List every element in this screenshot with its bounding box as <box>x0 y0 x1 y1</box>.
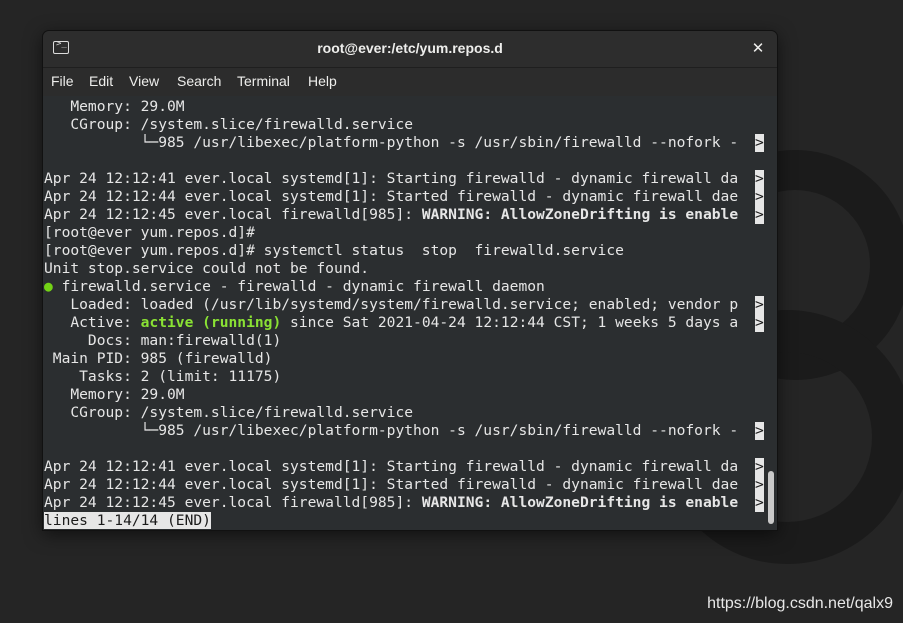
scrollbar[interactable] <box>767 96 777 530</box>
terminal-line: Memory: 29.0M <box>44 98 185 115</box>
terminal-line: [root@ever yum.repos.d]# <box>44 224 255 241</box>
window-title: root@ever:/etc/yum.repos.d <box>317 40 503 56</box>
terminal-line: Loaded: loaded (/usr/lib/systemd/system/… <box>44 296 764 314</box>
terminal-line: └─985 /usr/libexec/platform-python -s /u… <box>44 134 764 152</box>
menu-edit[interactable]: Edit <box>89 73 113 89</box>
terminal-line: Apr 24 12:12:44 ever.local systemd[1]: S… <box>44 188 764 206</box>
scrollbar-thumb[interactable] <box>768 471 774 524</box>
menu-terminal[interactable]: Terminal <box>237 73 290 89</box>
terminal-line: [root@ever yum.repos.d]# systemctl statu… <box>44 242 624 259</box>
status-dot-icon: ● <box>44 278 53 295</box>
terminal-line: Main PID: 985 (firewalld) <box>44 350 273 367</box>
terminal-line: Apr 24 12:12:45 ever.local firewalld[985… <box>44 494 764 512</box>
menu-bar: File Edit View Search Terminal Help <box>43 68 777 96</box>
menu-help[interactable]: Help <box>308 73 337 89</box>
terminal-line: Apr 24 12:12:41 ever.local systemd[1]: S… <box>44 458 764 476</box>
title-bar[interactable]: >_ root@ever:/etc/yum.repos.d ✕ <box>43 31 777 68</box>
terminal-line: Apr 24 12:12:41 ever.local systemd[1]: S… <box>44 170 764 188</box>
close-icon[interactable]: ✕ <box>749 38 767 58</box>
terminal-line: CGroup: /system.slice/firewalld.service <box>44 116 414 133</box>
terminal-line: Active: active (running) since Sat 2021-… <box>44 314 764 332</box>
menu-search[interactable]: Search <box>177 73 221 89</box>
terminal-line: CGroup: /system.slice/firewalld.service <box>44 404 414 421</box>
terminal-line: Docs: man:firewalld(1) <box>44 332 282 349</box>
watermark: https://blog.csdn.net/qalx9 <box>707 595 893 612</box>
terminal-line: Unit stop.service could not be found. <box>44 260 370 277</box>
terminal-line: Memory: 29.0M <box>44 386 185 403</box>
menu-file[interactable]: File <box>51 73 74 89</box>
terminal-line: └─985 /usr/libexec/platform-python -s /u… <box>44 422 764 440</box>
pager-status: lines 1-14/14 (END) <box>44 512 211 529</box>
terminal-window[interactable]: >_ root@ever:/etc/yum.repos.d ✕ File Edi… <box>43 31 777 530</box>
menu-view[interactable]: View <box>129 73 159 89</box>
terminal-line: Tasks: 2 (limit: 11175) <box>44 368 282 385</box>
terminal-line: Apr 24 12:12:45 ever.local firewalld[985… <box>44 206 764 224</box>
terminal-line: Apr 24 12:12:44 ever.local systemd[1]: S… <box>44 476 764 494</box>
terminal-output[interactable]: Memory: 29.0M CGroup: /system.slice/fire… <box>43 96 767 530</box>
terminal-line: ● firewalld.service - firewalld - dynami… <box>44 278 545 295</box>
